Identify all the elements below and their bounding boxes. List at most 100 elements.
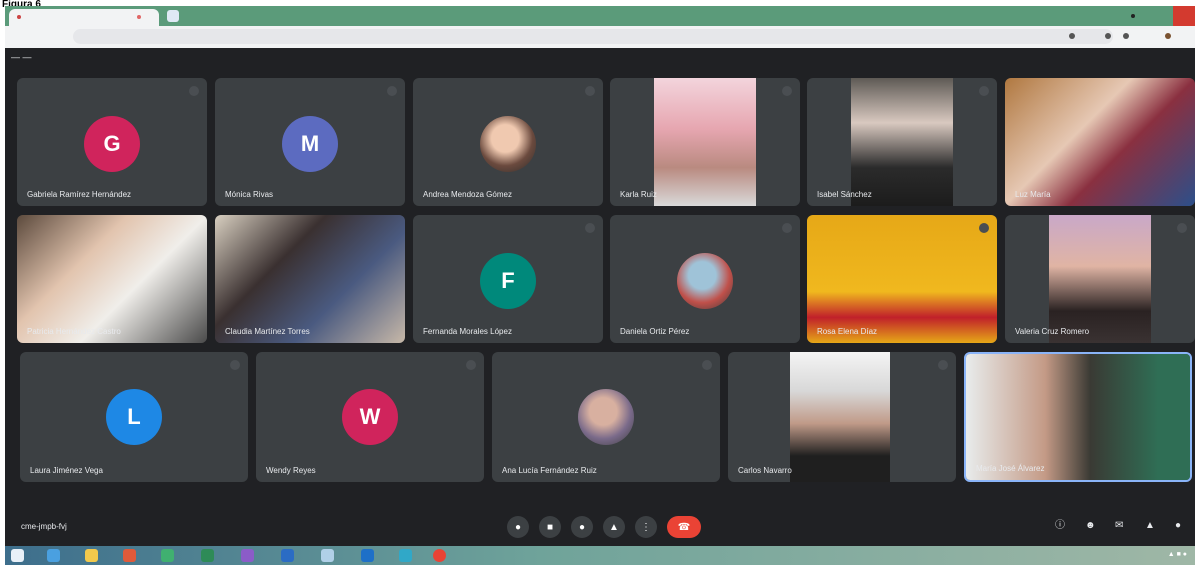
video-feed	[807, 215, 997, 343]
mic-off-icon	[466, 360, 476, 370]
avatar	[677, 253, 733, 309]
mic-off-icon	[782, 223, 792, 233]
participant-name: Patricia Hernández Castro	[27, 327, 121, 336]
info-icon[interactable]: ⓘ	[1055, 521, 1065, 531]
participant-name: Mónica Rivas	[225, 190, 274, 199]
participant-tile[interactable]: Rosa Elena Díaz	[807, 215, 997, 343]
meeting-code: cme-jmpb-fvj	[21, 522, 67, 531]
teams-icon[interactable]	[241, 549, 254, 562]
office-icon[interactable]	[123, 549, 136, 562]
excel-icon[interactable]	[201, 549, 214, 562]
mic-off-icon	[782, 86, 792, 96]
lock-icon[interactable]: ●	[1175, 521, 1185, 531]
url-field[interactable]	[73, 29, 1113, 44]
avatar: F	[480, 253, 536, 309]
participant-tile-speaking[interactable]: María José Álvarez	[964, 352, 1192, 482]
video-feed	[851, 78, 953, 206]
address-bar-row	[5, 26, 1195, 48]
tab-close-icon[interactable]	[137, 15, 141, 19]
participant-tile[interactable]: W Wendy Reyes	[256, 352, 484, 482]
mic-off-icon	[387, 86, 397, 96]
mic-off-icon	[585, 223, 595, 233]
word-icon[interactable]	[281, 549, 294, 562]
extension-icon[interactable]	[1069, 33, 1075, 39]
participant-tile[interactable]: G Gabriela Ramírez Hernández	[17, 78, 207, 206]
participant-tile[interactable]: Isabel Sánchez	[807, 78, 997, 206]
participant-name: Carlos Navarro	[738, 466, 792, 475]
minimize-icon[interactable]	[1131, 14, 1135, 18]
participant-tile[interactable]: Patricia Hernández Castro	[17, 215, 207, 343]
browser-tab[interactable]	[9, 9, 159, 26]
participant-tile[interactable]: Claudia Martínez Torres	[215, 215, 405, 343]
video-feed	[790, 352, 890, 482]
mic-off-icon	[1177, 223, 1187, 233]
participant-tile[interactable]: Andrea Mendoza Gómez	[413, 78, 603, 206]
bookmark-icon[interactable]	[1105, 33, 1111, 39]
mic-off-icon	[979, 86, 989, 96]
participant-name: Daniela Ortiz Pérez	[620, 327, 690, 336]
participant-name: María José Álvarez	[976, 464, 1045, 473]
participant-tile[interactable]: Ana Lucía Fernández Ruiz	[492, 352, 720, 482]
folder-icon[interactable]	[85, 549, 98, 562]
participant-tile[interactable]: F Fernanda Morales López	[413, 215, 603, 343]
participant-name: Wendy Reyes	[266, 466, 316, 475]
participant-tile[interactable]: L Laura Jiménez Vega	[20, 352, 248, 482]
participant-tile[interactable]: Carlos Navarro	[728, 352, 956, 482]
edge-icon[interactable]	[47, 549, 60, 562]
participant-name: Fernanda Morales López	[423, 327, 512, 336]
tab-favicon-icon	[17, 15, 21, 19]
more-options-button[interactable]: ⋮	[635, 516, 657, 538]
participant-name: Luz María	[1015, 190, 1051, 199]
captions-button[interactable]: ●	[571, 516, 593, 538]
video-feed	[654, 78, 756, 206]
avatar	[578, 389, 634, 445]
camera-button[interactable]: ■	[539, 516, 561, 538]
leave-call-button[interactable]: ☎	[667, 516, 701, 538]
participant-tile[interactable]: Luz María	[1005, 78, 1195, 206]
profile-avatar[interactable]	[1165, 33, 1171, 39]
avatar: W	[342, 389, 398, 445]
avatar: L	[106, 389, 162, 445]
chrome-icon[interactable]	[433, 549, 446, 562]
participant-tile[interactable]: Daniela Ortiz Pérez	[610, 215, 800, 343]
avatar: M	[282, 116, 338, 172]
taskbar: ▲ ■ ●	[5, 546, 1195, 565]
participant-name: Andrea Mendoza Gómez	[423, 190, 512, 199]
browser-icon[interactable]	[399, 549, 412, 562]
cloud-icon[interactable]	[321, 549, 334, 562]
participant-name: Isabel Sánchez	[817, 190, 872, 199]
screen: — — G Gabriela Ramírez Hernández M Mónic…	[5, 6, 1195, 565]
mic-button[interactable]: ●	[507, 516, 529, 538]
people-icon[interactable]: ☻	[1085, 521, 1096, 531]
participant-name: Valeria Cruz Romero	[1015, 327, 1090, 336]
video-feed	[966, 354, 1190, 480]
new-tab-icon[interactable]	[167, 10, 179, 22]
activities-icon[interactable]: ▲	[1145, 521, 1155, 531]
present-button[interactable]: ▲	[603, 516, 625, 538]
participant-name: Laura Jiménez Vega	[30, 466, 103, 475]
video-feed	[1049, 215, 1151, 343]
participant-tile[interactable]: Valeria Cruz Romero	[1005, 215, 1195, 343]
menu-icon[interactable]	[1123, 33, 1129, 39]
mic-off-icon	[702, 360, 712, 370]
mic-off-icon	[230, 360, 240, 370]
mic-off-icon	[189, 86, 199, 96]
mic-off-icon	[585, 86, 595, 96]
chat-icon[interactable]: ✉	[1115, 521, 1125, 531]
video-feed	[17, 215, 207, 343]
participant-tile[interactable]: Karla Ruiz	[610, 78, 800, 206]
participant-name: Ana Lucía Fernández Ruiz	[502, 466, 597, 475]
mail-icon[interactable]	[361, 549, 374, 562]
meet-top-indicator: — —	[11, 52, 32, 62]
avatar	[480, 116, 536, 172]
app-icon[interactable]	[161, 549, 174, 562]
avatar: G	[84, 116, 140, 172]
participant-name: Claudia Martínez Torres	[225, 327, 310, 336]
participant-tile[interactable]: M Mónica Rivas	[215, 78, 405, 206]
participant-name: Karla Ruiz	[620, 190, 657, 199]
start-icon[interactable]	[11, 549, 24, 562]
close-window-button[interactable]	[1173, 6, 1195, 26]
video-feed	[1005, 78, 1195, 206]
browser-tab-bar	[5, 6, 1195, 26]
system-tray: ▲ ■ ●	[1167, 551, 1187, 558]
